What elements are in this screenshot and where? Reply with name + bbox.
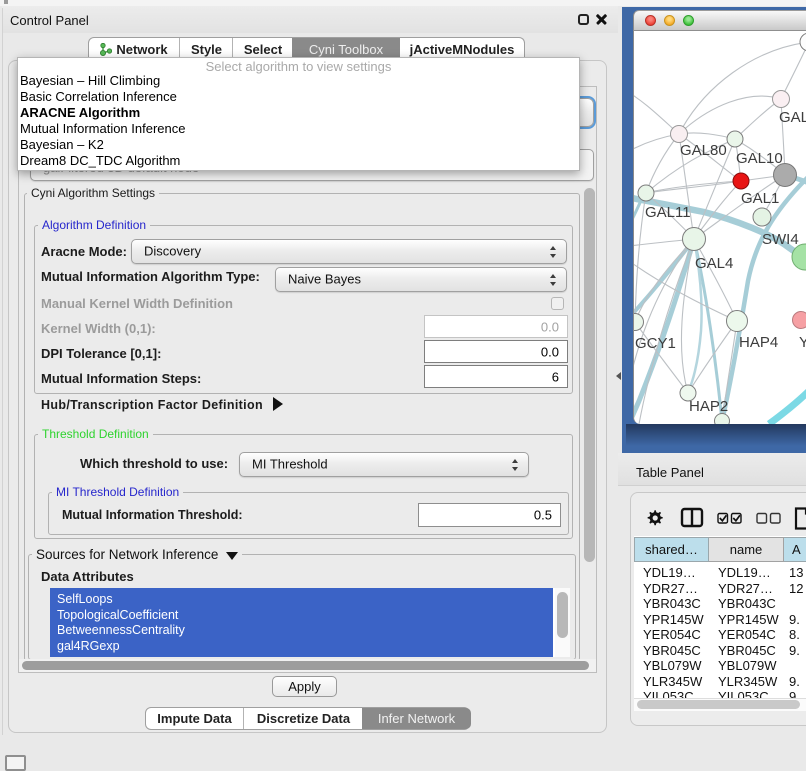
svg-text:GAL10: GAL10 [736, 150, 783, 167]
svg-text:SWI4: SWI4 [762, 231, 799, 248]
svg-text:GAL7: GAL7 [779, 109, 806, 126]
svg-text:HAP2: HAP2 [689, 398, 728, 415]
svg-text:GAL80: GAL80 [680, 142, 727, 159]
svg-text:GAL1: GAL1 [741, 190, 779, 207]
svg-text:YM: YM [799, 334, 806, 351]
svg-text:GCY1: GCY1 [635, 335, 676, 352]
svg-text:GAL11: GAL11 [645, 204, 691, 221]
svg-text:HAP4: HAP4 [739, 334, 778, 351]
svg-text:GAL4: GAL4 [695, 255, 733, 272]
